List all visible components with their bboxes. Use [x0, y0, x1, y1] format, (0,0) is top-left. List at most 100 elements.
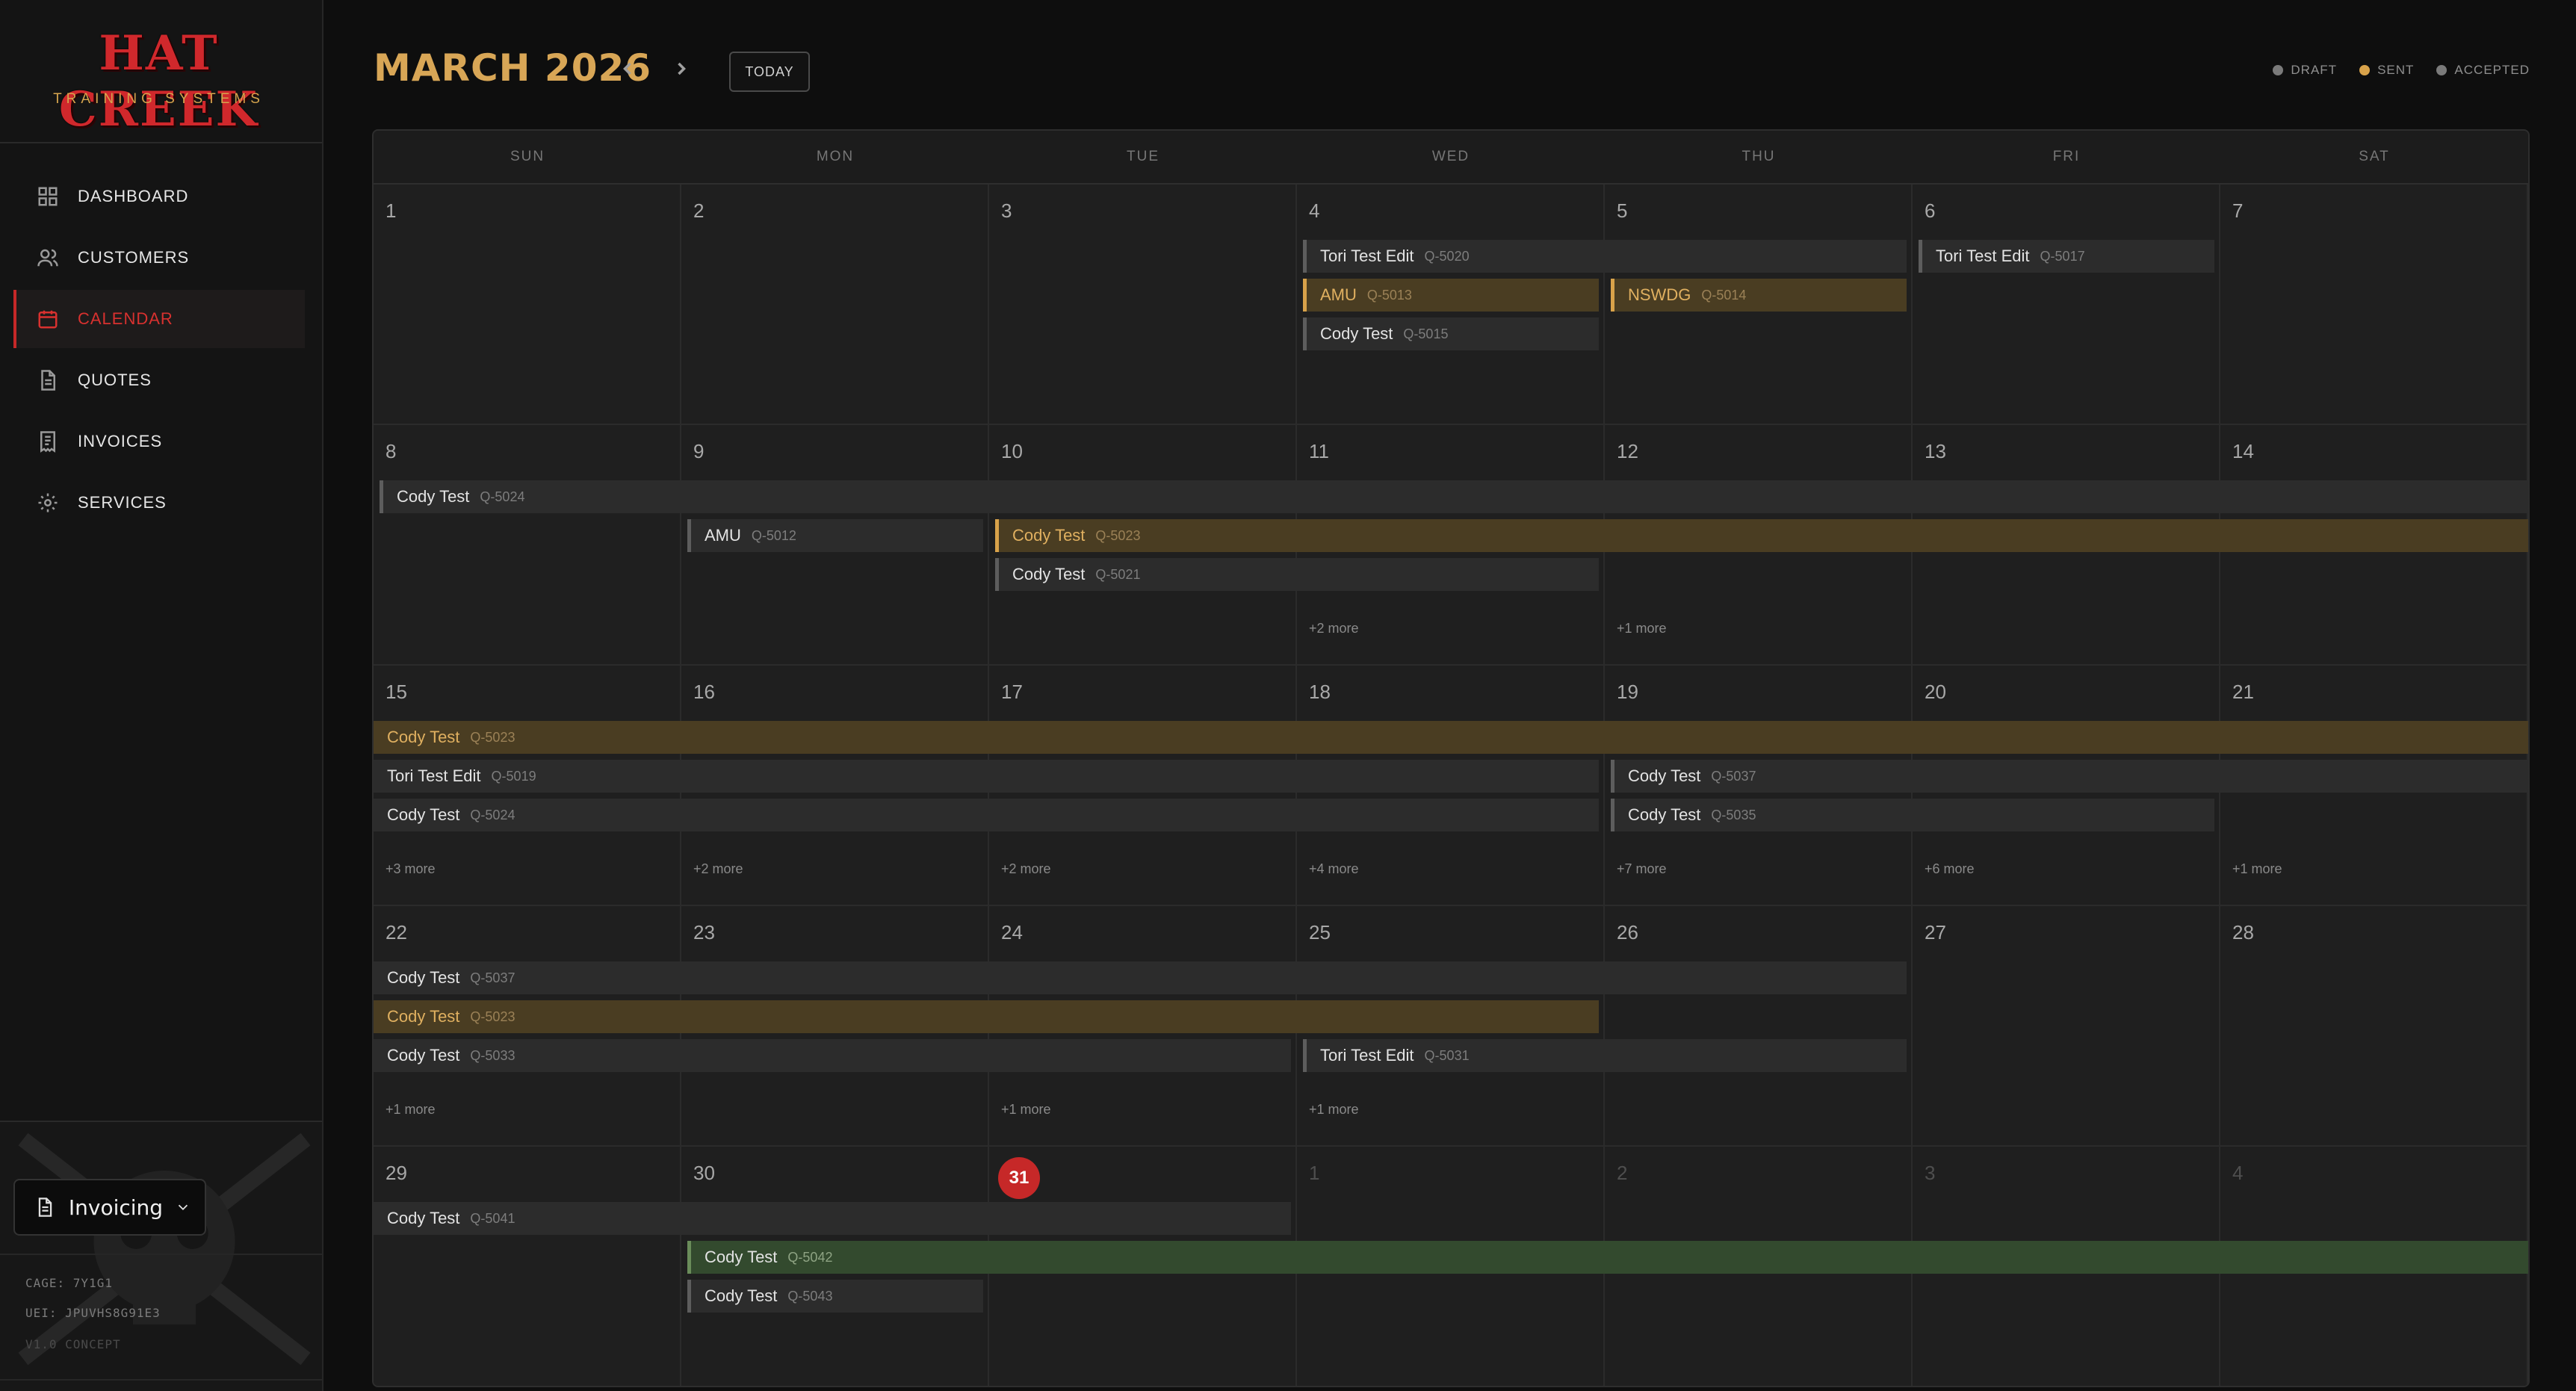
event-chip[interactable]: Cody Test Q-5037	[1611, 760, 2528, 793]
weekday-header: SUN MON TUE WED THU FRI SAT	[374, 131, 2528, 185]
event-quote-id: Q-5041	[470, 1210, 515, 1226]
more-events-link[interactable]: +4 more	[1309, 861, 1359, 877]
day-cell[interactable]: 2	[681, 185, 989, 425]
day-number: 26	[1617, 921, 1638, 944]
day-number: 12	[1617, 440, 1638, 462]
chevron-left-icon	[623, 62, 631, 75]
day-cell[interactable]: 1	[374, 185, 681, 425]
event-chip[interactable]: Cody Test Q-5021	[995, 558, 1599, 591]
legend-label: SENT	[2377, 63, 2415, 77]
nav-item-services[interactable]: SERVICES	[13, 474, 305, 532]
more-events-link[interactable]: +1 more	[1001, 1102, 1051, 1118]
event-chip[interactable]: Tori Test Edit Q-5020	[1303, 240, 1907, 273]
event-chip[interactable]: Cody Test Q-5043	[687, 1280, 983, 1313]
legend-draft: DRAFT	[2273, 63, 2337, 78]
more-events-link[interactable]: +2 more	[1309, 621, 1359, 636]
day-cell[interactable]: 8	[374, 425, 681, 666]
more-events-link[interactable]: +3 more	[386, 861, 436, 877]
event-chip[interactable]: Cody Test Q-5023	[374, 721, 2528, 754]
event-chip[interactable]: Tori Test Edit Q-5019	[374, 760, 1599, 793]
event-chip[interactable]: Tori Test Edit Q-5017	[1919, 240, 2214, 273]
nav-item-calendar[interactable]: CALENDAR	[13, 290, 305, 348]
day-number: 4	[2232, 1162, 2244, 1184]
nav-item-dashboard[interactable]: DASHBOARD	[13, 167, 305, 226]
day-number: 15	[386, 681, 407, 703]
event-chip[interactable]: Cody Test Q-5041	[374, 1202, 1291, 1235]
event-quote-id: Q-5012	[751, 527, 796, 543]
day-number: 6	[1925, 199, 1936, 222]
brand-logo[interactable]: HAT CREEK	[0, 25, 318, 137]
event-quote-id: Q-5037	[1711, 768, 1756, 784]
day-cell[interactable]: 6	[1913, 185, 2220, 425]
nav-label: INVOICES	[78, 432, 163, 450]
day-number: 25	[1309, 921, 1331, 944]
day-number: 16	[693, 681, 715, 703]
status-legend: DRAFT SENT ACCEPTED	[2273, 63, 2530, 78]
divider	[0, 1379, 322, 1381]
event-chip[interactable]: NSWDG Q-5014	[1611, 279, 1907, 312]
more-events-link[interactable]: +2 more	[1001, 861, 1051, 877]
event-quote-id: Q-5017	[2040, 248, 2085, 264]
more-events-link[interactable]: +1 more	[2232, 861, 2282, 877]
day-number: 9	[693, 440, 705, 462]
day-cell[interactable]: 3	[989, 185, 1297, 425]
day-number: 14	[2232, 440, 2254, 462]
event-chip[interactable]: Cody Test Q-5023	[995, 519, 2528, 552]
event-chip[interactable]: Cody Test Q-5024	[374, 799, 1599, 831]
day-cell[interactable]: 28	[2220, 906, 2528, 1147]
event-chip[interactable]: Tori Test Edit Q-5031	[1303, 1039, 1907, 1072]
event-chip[interactable]: Cody Test Q-5035	[1611, 799, 2214, 831]
event-chip[interactable]: Cody Test Q-5024	[380, 480, 2528, 513]
sidebar: HAT CREEK TRAINING SYSTEMS DASHBOARD CUS…	[0, 0, 323, 1391]
version-label: V1.0 CONCEPT	[25, 1337, 121, 1351]
event-chip[interactable]: Cody Test Q-5033	[374, 1039, 1291, 1072]
event-quote-id: Q-5014	[1701, 287, 1747, 303]
event-quote-id: Q-5020	[1424, 248, 1470, 264]
next-month-button[interactable]	[671, 58, 693, 81]
event-chip[interactable]: Cody Test Q-5023	[374, 1000, 1599, 1033]
day-cell[interactable]: 29	[374, 1147, 681, 1386]
day-number: 13	[1925, 440, 1946, 462]
mode-switcher-button[interactable]: Invoicing	[13, 1179, 206, 1236]
weekday-label: TUE	[1127, 149, 1159, 164]
grid-icon	[36, 185, 60, 208]
event-chip[interactable]: Cody Test Q-5042	[687, 1241, 2528, 1274]
event-title: Cody Test	[705, 1286, 778, 1305]
event-chip[interactable]: AMU Q-5012	[687, 519, 983, 552]
more-events-link[interactable]: +2 more	[693, 861, 743, 877]
day-number: 2	[1617, 1162, 1628, 1184]
day-cell[interactable]: 7	[2220, 185, 2528, 425]
event-chip[interactable]: Cody Test Q-5015	[1303, 317, 1599, 350]
event-quote-id: Q-5015	[1403, 326, 1449, 341]
nav-item-invoices[interactable]: INVOICES	[13, 412, 305, 471]
event-chip[interactable]: AMU Q-5013	[1303, 279, 1599, 312]
nav-item-quotes[interactable]: QUOTES	[13, 351, 305, 409]
day-number: 3	[1925, 1162, 1936, 1184]
day-number: 27	[1925, 921, 1946, 944]
today-button[interactable]: TODAY	[729, 52, 810, 92]
day-number: 1	[386, 199, 397, 222]
more-events-link[interactable]: +1 more	[386, 1102, 436, 1118]
day-number: 18	[1309, 681, 1331, 703]
event-title: Cody Test	[1628, 805, 1701, 824]
more-events-link[interactable]: +1 more	[1309, 1102, 1359, 1118]
nav-item-customers[interactable]: CUSTOMERS	[13, 229, 305, 287]
prev-month-button[interactable]	[617, 58, 640, 81]
event-title: Cody Test	[387, 1046, 460, 1065]
event-title: Cody Test	[387, 728, 460, 746]
day-number: 7	[2232, 199, 2244, 222]
event-quote-id: Q-5023	[1095, 527, 1141, 543]
chevron-down-icon	[178, 1204, 188, 1211]
event-quote-id: Q-5033	[470, 1047, 515, 1063]
more-events-link[interactable]: +7 more	[1617, 861, 1667, 877]
more-events-link[interactable]: +6 more	[1925, 861, 1975, 877]
day-cell[interactable]: 26	[1605, 906, 1913, 1147]
day-number: 4	[1309, 199, 1320, 222]
dot-icon	[2273, 65, 2284, 75]
weekday-label: SAT	[2359, 149, 2390, 164]
day-cell[interactable]: 27	[1913, 906, 2220, 1147]
more-events-link[interactable]: +1 more	[1617, 621, 1667, 636]
nav-label: CALENDAR	[78, 309, 173, 328]
event-chip[interactable]: Cody Test Q-5037	[374, 961, 1907, 994]
divider	[0, 1254, 322, 1255]
